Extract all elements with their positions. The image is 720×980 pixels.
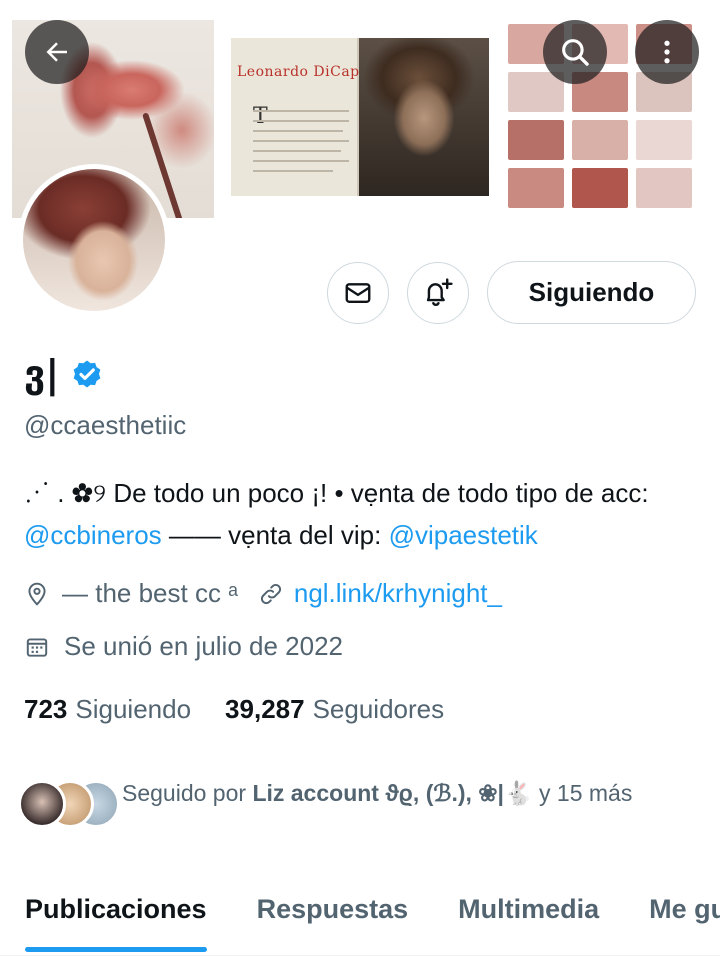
name-row: ვ| xyxy=(24,352,105,396)
grid-cell xyxy=(636,120,692,160)
bio-mention-link[interactable]: @ccbineros xyxy=(24,520,162,550)
following-count: 723 xyxy=(24,694,68,724)
text-line xyxy=(253,130,343,132)
following-label: Siguiendo xyxy=(75,694,192,724)
avatar-image xyxy=(23,169,165,311)
magazine-dropcap: T xyxy=(253,104,268,129)
tabs-divider xyxy=(0,955,720,956)
text-line xyxy=(253,160,349,162)
bio-text: ⋰ . ✿୨ De todo un poco ¡! • vẹnta de tod… xyxy=(24,478,649,508)
tab-posts[interactable]: Publicaciones xyxy=(0,876,232,956)
tab-label: Multimedia xyxy=(458,894,600,924)
profile-website-link[interactable]: ngl.link/krhynight_ xyxy=(294,578,502,609)
profile-handle: @ccaesthetiic xyxy=(24,410,187,440)
notifications-button[interactable] xyxy=(407,262,469,324)
message-button[interactable] xyxy=(327,262,389,324)
banner-image-magazine: Leonardo DiCaprio T xyxy=(231,38,489,196)
grid-cell xyxy=(508,120,564,160)
profile-joined-row: Se unió en julio de 2022 xyxy=(24,631,343,662)
followers-count-link[interactable]: 39,287 Seguidores xyxy=(225,694,444,725)
profile-joined-date: Se unió en julio de 2022 xyxy=(64,631,344,661)
profile-bio: ⋰ . ✿୨ De todo un poco ¡! • vẹnta de tod… xyxy=(24,472,704,556)
search-icon xyxy=(562,39,589,66)
tab-label: Respuestas xyxy=(256,894,409,924)
text-line xyxy=(253,170,333,172)
verified-badge-icon[interactable] xyxy=(69,356,105,392)
followed-by-text: Seguido por Liz account ϑϱ, (ℬ.), ❀|🐇 y … xyxy=(122,776,682,810)
mail-icon xyxy=(345,283,371,303)
bio-text: —— vẹnta del vip: xyxy=(161,520,389,550)
text-line xyxy=(253,150,341,152)
calendar-icon xyxy=(26,637,48,657)
followed-by-prefix: Seguido por xyxy=(122,780,253,806)
display-name: ვ| xyxy=(24,352,60,396)
arrow-left-icon xyxy=(46,42,67,62)
text-line xyxy=(253,110,349,112)
follow-counts: 723 Siguiendo 39,287 Seguidores xyxy=(24,694,444,725)
profile-meta-row: — the best cc ᵃ ngl.link/krhynight_ xyxy=(24,578,502,609)
more-vertical-icon xyxy=(664,40,670,64)
tab-likes[interactable]: Me gusta xyxy=(624,876,720,956)
bio-mention-link[interactable]: @vipaestetik xyxy=(389,520,538,550)
following-count-link[interactable]: 723 Siguiendo xyxy=(24,694,191,725)
followed-by-suffix: y 15 más xyxy=(532,780,633,806)
followers-label: Seguidores xyxy=(312,694,445,724)
grid-cell xyxy=(636,168,692,208)
grid-cell xyxy=(572,168,628,208)
bell-plus-icon xyxy=(426,278,453,306)
magazine-left-page: Leonardo DiCaprio T xyxy=(231,38,380,196)
following-button[interactable]: Siguiendo xyxy=(487,261,696,324)
tab-label: Publicaciones xyxy=(25,894,207,924)
search-button[interactable] xyxy=(543,20,607,84)
text-line xyxy=(253,120,349,122)
profile-avatar[interactable] xyxy=(18,164,170,316)
more-button[interactable] xyxy=(635,20,699,84)
grid-cell xyxy=(508,168,564,208)
tab-label: Me gusta xyxy=(649,894,720,924)
back-button[interactable] xyxy=(25,20,89,84)
magazine-portrait xyxy=(359,38,489,196)
grid-cell xyxy=(572,120,628,160)
followed-by-avatars xyxy=(18,780,120,832)
tab-media[interactable]: Multimedia xyxy=(433,876,624,956)
followers-count: 39,287 xyxy=(225,694,305,724)
profile-location: — the best cc ᵃ xyxy=(62,578,238,608)
tab-replies[interactable]: Respuestas xyxy=(232,876,434,956)
avatar xyxy=(18,780,66,828)
location-icon xyxy=(28,582,46,606)
followed-by-names: Liz account ϑϱ, (ℬ.), ❀|🐇 xyxy=(252,780,533,806)
text-line xyxy=(253,140,349,142)
active-tab-indicator xyxy=(25,947,207,952)
profile-tabs: Publicaciones Respuestas Multimedia Me g… xyxy=(0,876,720,956)
link-icon xyxy=(260,583,281,604)
